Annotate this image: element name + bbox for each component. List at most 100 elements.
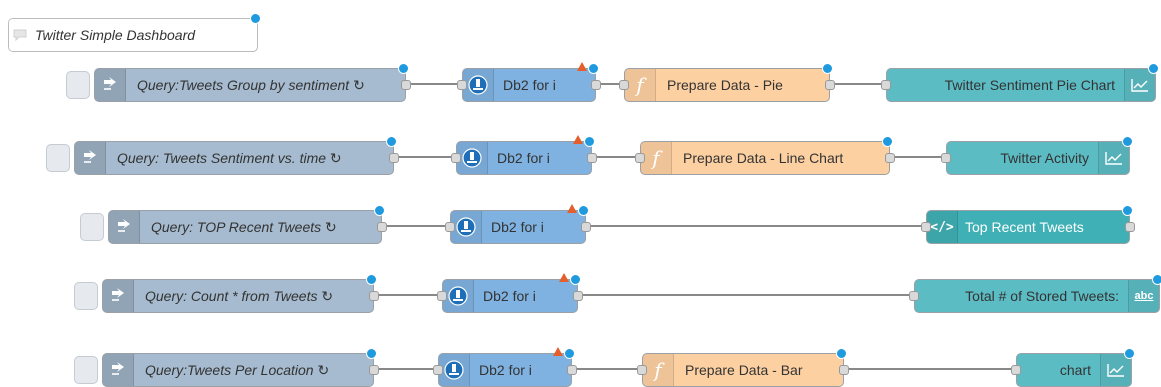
- output-port[interactable]: [591, 80, 601, 90]
- output-port[interactable]: [839, 365, 849, 375]
- changed-indicator: [1122, 136, 1133, 147]
- changed-indicator: [366, 274, 377, 285]
- chart-node[interactable]: Twitter Activity: [941, 136, 1133, 175]
- input-port[interactable]: [433, 365, 443, 375]
- chart-node-label: Twitter Activity: [1000, 150, 1089, 166]
- changed-indicator: [882, 136, 893, 147]
- input-port[interactable]: [1011, 365, 1021, 375]
- inject-node[interactable]: Query: TOP Recent Tweets ↻: [108, 205, 387, 244]
- inject-node[interactable]: Query: Count * from Tweets ↻: [102, 274, 379, 313]
- output-port[interactable]: [369, 291, 379, 301]
- input-port[interactable]: [635, 153, 645, 163]
- comment-node[interactable]: Twitter Simple Dashboard: [8, 13, 261, 52]
- output-port[interactable]: [567, 365, 577, 375]
- input-port[interactable]: [941, 153, 951, 163]
- chart-icon: [1100, 354, 1131, 386]
- input-port[interactable]: [921, 222, 931, 232]
- comment-label: Twitter Simple Dashboard: [35, 27, 196, 43]
- template-node[interactable]: </> Top Recent Tweets: [921, 205, 1135, 244]
- inject-label: Query: TOP Recent Tweets ↻: [151, 218, 337, 236]
- inject-node[interactable]: Query:Tweets Per Location ↻: [102, 348, 379, 387]
- warning-icon: [553, 347, 563, 356]
- inject-button[interactable]: [74, 282, 98, 310]
- chart-node[interactable]: chart: [1011, 348, 1135, 387]
- input-port[interactable]: [909, 291, 919, 301]
- arrow-right-icon: [103, 354, 134, 386]
- function-node[interactable]: f Prepare Data - Line Chart: [635, 136, 895, 175]
- input-port[interactable]: [619, 80, 629, 90]
- output-port[interactable]: [573, 291, 583, 301]
- warning-icon: [577, 62, 587, 71]
- function-node[interactable]: f Prepare Data - Pie: [619, 63, 835, 102]
- function-label: Prepare Data - Bar: [685, 362, 803, 378]
- inject-node[interactable]: Query:Tweets Group by sentiment ↻: [94, 63, 411, 102]
- changed-indicator: [564, 348, 575, 359]
- db2-node[interactable]: Db2 for i: [457, 62, 601, 102]
- arrow-right-icon: [75, 142, 106, 174]
- output-port[interactable]: [587, 153, 597, 163]
- output-port[interactable]: [377, 222, 387, 232]
- db2-node[interactable]: Db2 for i: [445, 204, 591, 244]
- function-icon: f: [643, 354, 674, 386]
- warning-icon: [567, 204, 577, 213]
- changed-indicator: [1148, 63, 1159, 74]
- changed-indicator: [250, 13, 261, 24]
- db2-label: Db2 for i: [483, 288, 536, 304]
- chart-icon: [1098, 142, 1129, 174]
- inject-label: Query: Count * from Tweets ↻: [145, 287, 334, 305]
- changed-indicator: [366, 348, 377, 359]
- input-port[interactable]: [437, 291, 447, 301]
- input-port[interactable]: [457, 80, 467, 90]
- inject-button[interactable]: [74, 356, 98, 384]
- input-port[interactable]: [445, 222, 455, 232]
- output-port[interactable]: [825, 80, 835, 90]
- db2-node[interactable]: Db2 for i: [451, 135, 597, 175]
- input-port[interactable]: [637, 365, 647, 375]
- inject-label: Query: Tweets Sentiment vs. time ↻: [117, 149, 342, 167]
- comment-icon: [9, 19, 31, 51]
- output-port[interactable]: [389, 153, 399, 163]
- db2-label: Db2 for i: [479, 362, 532, 378]
- output-port[interactable]: [369, 365, 379, 375]
- output-port[interactable]: [1125, 222, 1135, 232]
- arrow-right-icon: [109, 211, 140, 243]
- db2-icon: [439, 354, 470, 386]
- changed-indicator: [584, 136, 595, 147]
- db2-icon: [457, 142, 488, 174]
- changed-indicator: [398, 63, 409, 74]
- template-node-label: Top Recent Tweets: [965, 219, 1084, 235]
- arrow-right-icon: [103, 280, 134, 312]
- chart-node[interactable]: Twitter Sentiment Pie Chart: [881, 63, 1159, 102]
- input-port[interactable]: [451, 153, 461, 163]
- changed-indicator: [374, 205, 385, 216]
- text-node[interactable]: Total # of Stored Tweets: abc: [909, 274, 1161, 313]
- chart-icon: [1124, 69, 1155, 101]
- inject-button[interactable]: [66, 71, 90, 99]
- function-label: Prepare Data - Line Chart: [683, 150, 844, 166]
- function-icon: f: [641, 142, 672, 174]
- db2-node[interactable]: Db2 for i: [433, 347, 577, 387]
- chart-node-label: chart: [1059, 362, 1091, 378]
- wires-layer: [378, 82, 1012, 371]
- output-port[interactable]: [581, 222, 591, 232]
- changed-indicator: [570, 274, 581, 285]
- inject-node[interactable]: Query: Tweets Sentiment vs. time ↻: [74, 136, 399, 175]
- db2-node[interactable]: Db2 for i: [437, 273, 583, 313]
- output-port[interactable]: [401, 80, 411, 90]
- db2-icon: [451, 211, 482, 243]
- changed-indicator: [1122, 205, 1133, 216]
- inject-label: Query:Tweets Group by sentiment ↻: [137, 76, 365, 94]
- input-port[interactable]: [881, 80, 891, 90]
- function-node[interactable]: f Prepare Data - Bar: [637, 348, 849, 387]
- output-port[interactable]: [885, 153, 895, 163]
- db2-label: Db2 for i: [497, 150, 550, 166]
- text-icon: abc: [1128, 280, 1159, 312]
- inject-button[interactable]: [46, 144, 70, 172]
- db2-icon: [463, 69, 494, 101]
- db2-label: Db2 for i: [491, 219, 544, 235]
- inject-button[interactable]: [80, 213, 104, 241]
- warning-icon: [573, 135, 583, 144]
- text-node-label: Total # of Stored Tweets:: [965, 288, 1119, 304]
- flow-canvas[interactable]: Twitter Simple Dashboard Query:Tweets Gr…: [0, 0, 1161, 387]
- changed-indicator: [836, 348, 847, 359]
